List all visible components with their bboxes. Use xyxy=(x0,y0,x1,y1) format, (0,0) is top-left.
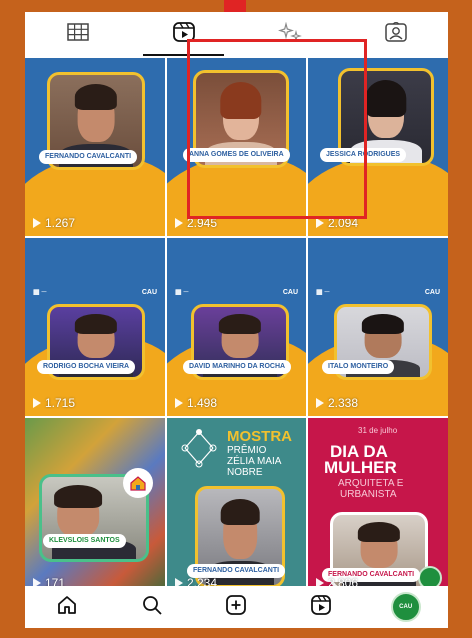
logo-row: ▦ ─ CAU xyxy=(175,286,298,298)
network-diagram-icon xyxy=(177,426,221,475)
view-count: 1.498 xyxy=(175,396,217,410)
highlight-marker xyxy=(224,0,246,12)
nav-reels[interactable] xyxy=(301,591,341,623)
arquiteta-line: ARQUITETA E xyxy=(338,478,404,489)
premio-line1: PRÊMIO xyxy=(227,445,267,456)
bottom-nav: CAU xyxy=(25,586,448,628)
tagged-person-icon xyxy=(384,20,407,47)
view-count-value: 1.267 xyxy=(45,216,76,230)
reel-tile[interactable]: MOSTRA PRÊMIO ZÉLIA MAIA NOBRE FERNANDO … xyxy=(167,418,306,596)
view-count-value: 1.715 xyxy=(45,396,76,410)
prefeitura-logo: ▦ ─ xyxy=(33,289,47,296)
home-icon xyxy=(56,594,78,621)
view-count-value: 2.338 xyxy=(328,396,359,410)
cau-logo: CAU xyxy=(141,288,157,296)
cau-logo: CAU xyxy=(424,288,440,296)
prefeitura-logo: ▦ ─ xyxy=(316,289,330,296)
speaker-nametag: DAVID MARINHO DA ROCHA xyxy=(183,360,292,374)
nav-home[interactable] xyxy=(47,591,87,623)
grid-icon xyxy=(66,22,89,46)
premio-line3: NOBRE xyxy=(227,467,263,478)
reel-tile[interactable]: KLEVSLOIS SANTOS 171 xyxy=(25,418,165,596)
prefeitura-logo: ▦ ─ xyxy=(175,289,189,296)
speaker-nametag: KLEVSLOIS SANTOS xyxy=(43,534,126,548)
mostra-heading: MOSTRA xyxy=(227,428,292,445)
add-post-icon xyxy=(225,594,247,621)
play-icon xyxy=(175,218,183,228)
nav-search[interactable] xyxy=(132,591,172,623)
play-icon xyxy=(33,398,41,408)
tab-grid[interactable] xyxy=(25,12,130,56)
reels-icon xyxy=(310,594,332,621)
reel-tile[interactable]: 31 de julho DIA DA MULHER ARQUITETA E UR… xyxy=(308,418,448,596)
play-icon xyxy=(33,218,41,228)
nav-create[interactable] xyxy=(216,591,256,623)
play-icon xyxy=(316,218,324,228)
speaker-nametag: ITALO MONTEIRO xyxy=(322,360,395,374)
home-badge-icon xyxy=(123,468,153,498)
mulher-title: MULHER xyxy=(324,458,397,477)
reel-tile[interactable]: ▦ ─ CAU DAVID MARINHO DA ROCHA 1.498 xyxy=(167,238,306,416)
reel-tile[interactable]: ▦ ─ CAU ITALO MONTEIRO 2.338 xyxy=(308,238,448,416)
view-count: 1.267 xyxy=(33,216,75,230)
play-icon xyxy=(175,398,183,408)
cau-logo: CAU xyxy=(282,288,298,296)
premio-line2: ZÉLIA MAIA xyxy=(227,456,282,467)
logo-row: ▦ ─ CAU xyxy=(33,286,157,298)
speaker-nametag: FERNANDO CAVALCANTI xyxy=(39,150,138,164)
view-count: 2.338 xyxy=(316,396,358,410)
logo-row: ▦ ─ CAU xyxy=(316,286,440,298)
reel-tile[interactable]: FERNANDO CAVALCANTI 1.267 xyxy=(25,58,165,236)
view-count-value: 1.498 xyxy=(187,396,218,410)
date-label: 31 de julho xyxy=(358,426,398,435)
urbanista-line: URBANISTA xyxy=(340,489,397,500)
speaker-nametag: RODRIGO BOCHA VIEIRA xyxy=(37,360,136,374)
profile-avatar: CAU xyxy=(390,592,421,622)
highlight-box xyxy=(187,39,367,219)
phone-screen: FERNANDO CAVALCANTI 1.267 ANNA GOMES DE … xyxy=(25,12,448,628)
play-icon xyxy=(316,398,324,408)
view-count: 1.715 xyxy=(33,396,75,410)
reel-tile[interactable]: ▦ ─ CAU RODRIGO BOCHA VIEIRA 1.715 xyxy=(25,238,165,416)
search-icon xyxy=(141,594,163,621)
nav-profile[interactable]: CAU xyxy=(386,591,426,623)
